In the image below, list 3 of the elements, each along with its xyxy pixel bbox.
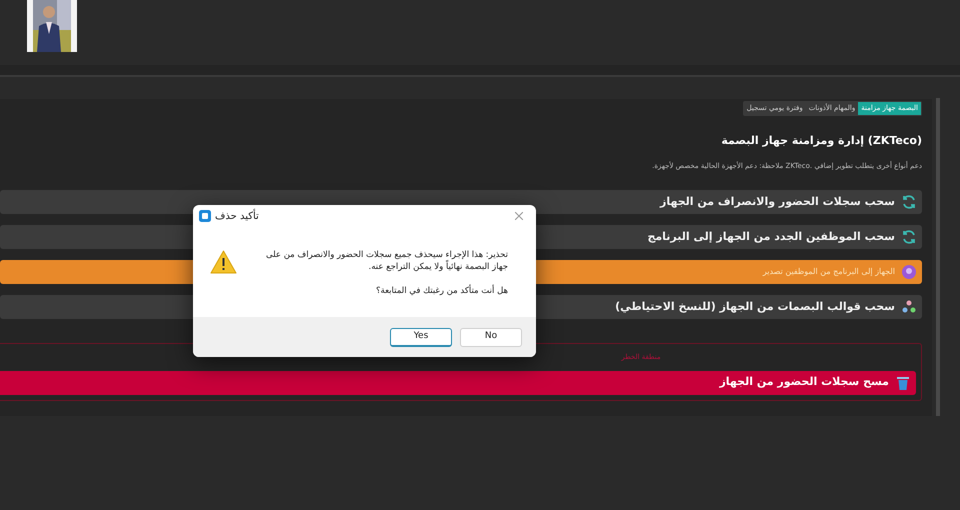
warning-message: تحذير: هذا الإجراء سيحذف جميع سجلات الحضور والانصراف من على جهاز البصمة نهائياً ولا يمكن التراجع عنه.: [265, 249, 508, 273]
section-title: (ZKTeco) إدارة ومزامنة جهاز البصمة: [721, 133, 922, 149]
confirm-question: هل أنت متأكد من رغبتك في المتابعة؟: [375, 285, 508, 298]
